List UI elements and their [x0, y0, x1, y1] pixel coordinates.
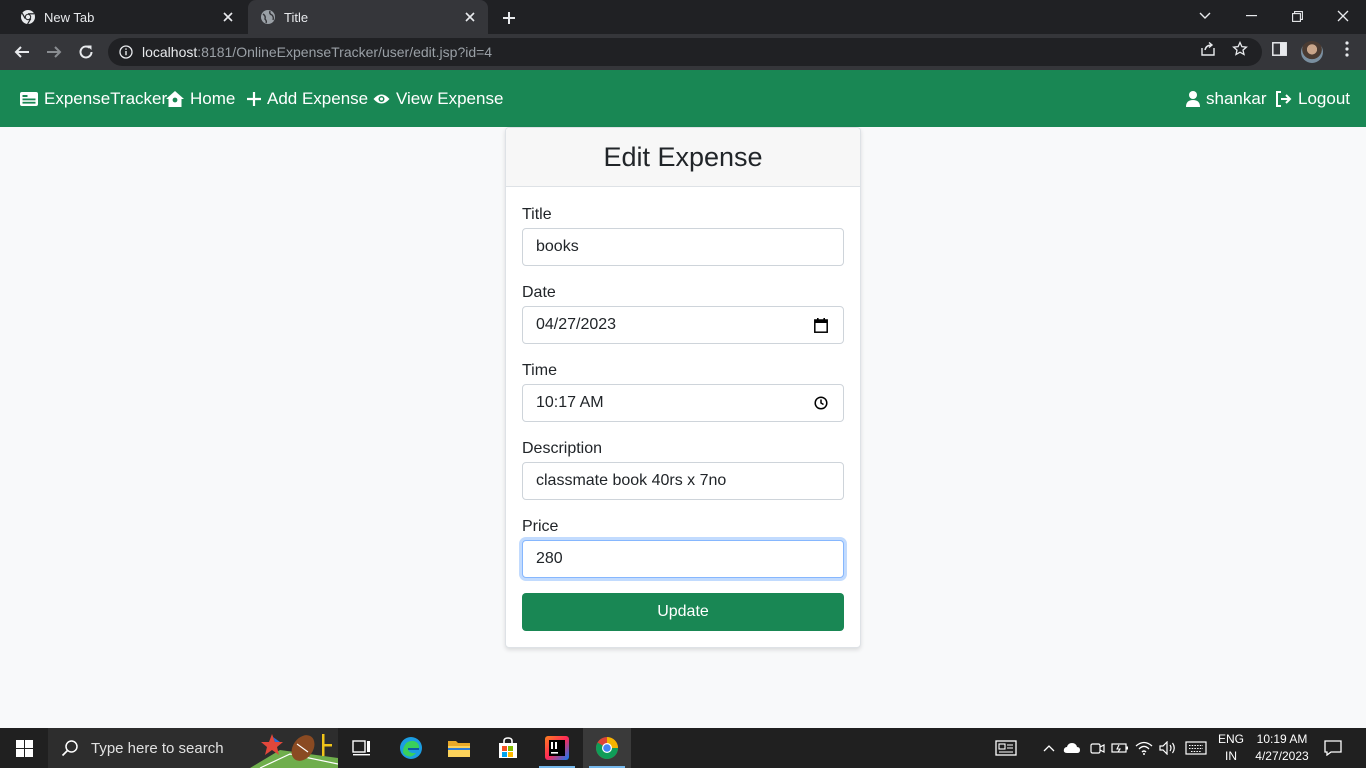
globe-icon [260, 9, 276, 25]
tab-title: Title [284, 9, 309, 25]
logout-icon [1276, 90, 1292, 107]
new-tab-plus-icon[interactable] [498, 7, 520, 29]
title-input[interactable]: books [522, 228, 844, 266]
edit-expense-card: Edit Expense Title books Date 04/27/2023… [505, 127, 861, 648]
price-input[interactable]: 280 [522, 540, 844, 578]
wifi-icon[interactable] [1134, 738, 1154, 758]
price-label: Price [522, 518, 559, 535]
date-input-value: 04/27/2023 [536, 316, 617, 333]
nav-view-expense-label: View Expense [396, 88, 504, 108]
tab-title: New Tab [44, 9, 95, 25]
user-icon [1186, 90, 1200, 107]
title-input-value: books [536, 238, 579, 255]
chrome-menu-icon[interactable] [1338, 40, 1356, 58]
card-title: Edit Expense [506, 128, 860, 187]
reload-icon[interactable] [74, 40, 98, 64]
minimize-icon[interactable] [1228, 0, 1274, 32]
time-label: Time [522, 362, 557, 379]
meet-now-icon[interactable] [1087, 738, 1107, 758]
language-code: ENG [1217, 732, 1244, 746]
nav-add-expense[interactable]: Add Expense [247, 70, 368, 127]
browser-toolbar: localhost:8181/OnlineExpenseTracker/user… [0, 34, 1366, 70]
clock-date: 4/27/2023 [1255, 749, 1309, 763]
close-tab-icon[interactable] [460, 7, 480, 27]
url-host: localhost [142, 44, 198, 60]
nav-logout[interactable]: Logout [1275, 70, 1350, 127]
description-input-value: classmate book 40rs x 7no [536, 472, 727, 489]
intellij-idea-icon[interactable] [533, 728, 581, 768]
bookmark-star-icon[interactable] [1231, 40, 1249, 58]
volume-icon[interactable] [1158, 738, 1178, 758]
app-navbar: ExpenseTracker Home Add Expense View Exp… [0, 70, 1366, 127]
tab-search-chevron-icon[interactable] [1182, 0, 1228, 32]
side-panel-icon[interactable] [1270, 40, 1288, 58]
nav-user-label: shankar [1206, 88, 1267, 108]
file-explorer-icon[interactable] [435, 728, 483, 768]
nav-add-expense-label: Add Expense [267, 88, 369, 108]
news-widget-icon[interactable] [994, 738, 1018, 758]
price-input-value: 280 [536, 550, 563, 567]
tray-chevron-up-icon[interactable] [1039, 738, 1059, 758]
clock-icon[interactable] [813, 395, 829, 411]
nav-user[interactable]: shankar [1186, 70, 1266, 127]
clock-area[interactable]: 10:19 AM 4/27/2023 [1250, 731, 1314, 765]
browser-tab-strip: New Tab Title [0, 0, 1366, 34]
brand-label: ExpenseTracker [44, 88, 168, 108]
notification-center-icon[interactable] [1323, 738, 1343, 758]
time-input-value: 10:17 AM [536, 394, 604, 411]
description-input[interactable]: classmate book 40rs x 7no [522, 462, 844, 500]
close-window-icon[interactable] [1320, 0, 1366, 32]
close-tab-icon[interactable] [218, 7, 238, 27]
language-indicator[interactable]: ENG IN [1214, 731, 1248, 765]
microsoft-store-icon[interactable] [484, 728, 532, 768]
nav-brand[interactable]: ExpenseTracker [20, 70, 167, 127]
date-input[interactable]: 04/27/2023 [522, 306, 844, 344]
date-label: Date [522, 284, 556, 301]
windows-start-icon[interactable] [0, 728, 48, 768]
restore-window-icon[interactable] [1274, 0, 1320, 32]
home-icon [166, 90, 184, 107]
search-highlight-art [250, 728, 338, 768]
clock-time: 10:19 AM [1256, 732, 1308, 746]
keyboard-icon[interactable] [1184, 738, 1208, 758]
address-bar[interactable]: localhost:8181/OnlineExpenseTracker/user… [108, 38, 1262, 66]
battery-icon[interactable] [1110, 738, 1130, 758]
search-placeholder: Type here to search [91, 739, 224, 757]
region-code: IN [1225, 749, 1237, 763]
nav-logout-label: Logout [1298, 88, 1350, 108]
profile-avatar[interactable] [1301, 41, 1323, 63]
task-view-icon[interactable] [338, 728, 386, 768]
url-path: :8181/OnlineExpenseTracker/user/edit.jsp… [197, 44, 493, 60]
site-info-icon[interactable] [118, 44, 134, 60]
share-icon[interactable] [1199, 40, 1217, 58]
time-input[interactable]: 10:17 AM [522, 384, 844, 422]
edge-browser-icon[interactable] [387, 728, 435, 768]
forward-arrow-icon[interactable] [42, 40, 66, 64]
tab-new-tab[interactable]: New Tab [8, 0, 246, 34]
chrome-taskbar-icon[interactable] [583, 728, 631, 768]
search-icon [61, 740, 78, 757]
nav-home[interactable]: Home [166, 70, 235, 127]
back-arrow-icon[interactable] [10, 40, 34, 64]
title-label: Title [522, 206, 552, 223]
nav-home-label: Home [190, 88, 236, 108]
nav-view-expense[interactable]: View Expense [373, 70, 503, 127]
plus-icon [247, 91, 261, 106]
update-button[interactable]: Update [522, 593, 844, 631]
id-card-icon [20, 91, 38, 106]
calendar-icon[interactable] [813, 317, 829, 333]
description-label: Description [522, 440, 603, 457]
onedrive-cloud-icon[interactable] [1062, 738, 1082, 758]
tab-title-active[interactable]: Title [248, 0, 488, 34]
windows-taskbar: Type here to search ENG IN 10:19 AM 4/27… [0, 728, 1366, 768]
eye-icon [373, 94, 390, 103]
chrome-icon [20, 9, 36, 25]
url-text: localhost:8181/OnlineExpenseTracker/user… [142, 44, 492, 60]
